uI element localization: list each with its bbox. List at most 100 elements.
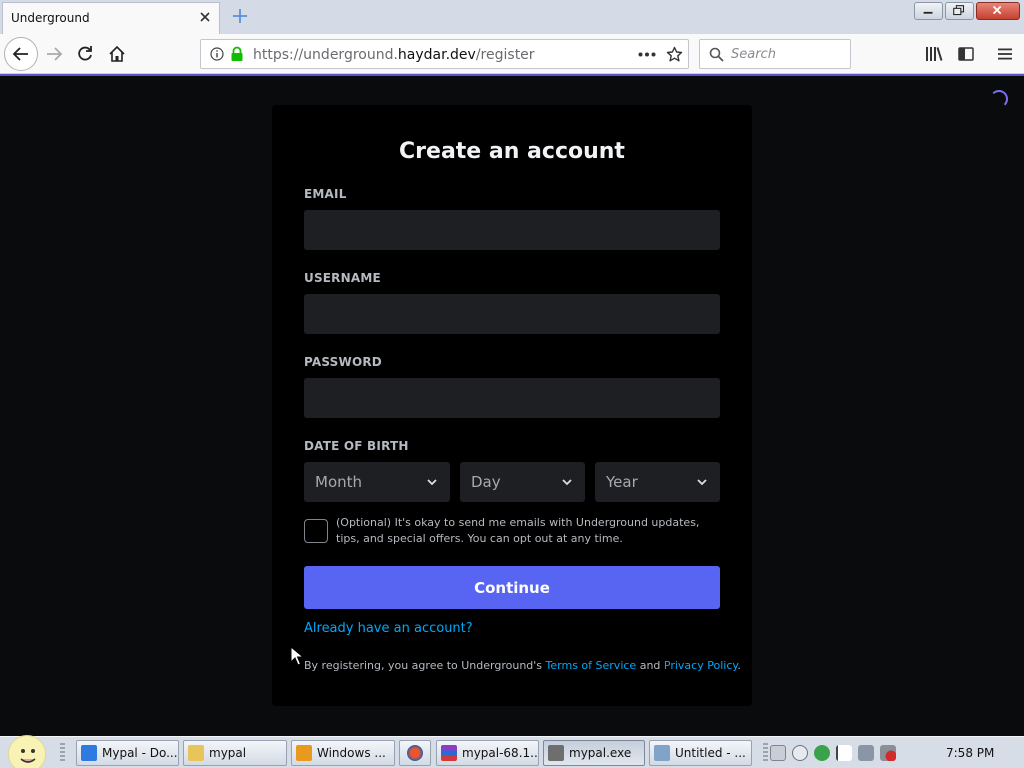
tab-underground[interactable]: Underground: [2, 2, 220, 34]
taskbar-item-mypal-exe[interactable]: mypal.exe: [543, 740, 645, 766]
taskbar-item-label: Mypal - Do...: [102, 746, 178, 760]
day-select[interactable]: Day: [460, 462, 585, 502]
minimize-icon: [923, 11, 933, 14]
taskbar: Mypal - Do... mypal Windows ... mypal-68…: [0, 735, 1024, 768]
mouse-cursor-icon: [290, 646, 304, 666]
search-placeholder: Search: [731, 47, 776, 62]
back-arrow-icon: [12, 47, 28, 61]
taskbar-item-label: Windows ...: [317, 746, 386, 760]
page-title: Create an account: [399, 139, 625, 164]
search-bar[interactable]: Search: [699, 39, 851, 69]
start-button[interactable]: [8, 735, 46, 768]
chevron-down-icon: [427, 479, 437, 486]
register-card: Create an account EMAIL USERNAME PASSWOR…: [272, 105, 752, 706]
url-text: https://underground.haydar.dev/register: [253, 47, 535, 63]
chevron-down-icon: [697, 479, 707, 486]
new-tab-icon[interactable]: [230, 6, 250, 26]
tab-strip: Underground: [0, 0, 1024, 34]
sidebar-icon: [958, 47, 974, 61]
year-select-label: Year: [606, 473, 638, 491]
tab-title: Underground: [11, 11, 90, 25]
search-icon: [709, 47, 724, 62]
network-icon[interactable]: [858, 745, 874, 761]
login-link[interactable]: Already have an account?: [304, 621, 473, 636]
taskbar-item-label: Untitled - ...: [675, 746, 746, 760]
taskbar-item-mypal-archive[interactable]: mypal-68.1...: [436, 740, 539, 766]
taskbar-item-label: mypal.exe: [569, 746, 632, 760]
taskbar-item-mypal-doc[interactable]: Mypal - Do...: [76, 740, 179, 766]
year-select[interactable]: Year: [595, 462, 720, 502]
close-window-button[interactable]: [976, 2, 1020, 20]
library-button[interactable]: [918, 38, 950, 70]
taskbar-grip[interactable]: [60, 743, 65, 763]
library-icon: [926, 47, 943, 61]
reload-icon: [78, 46, 92, 61]
smiley-icon: [20, 749, 36, 763]
reload-button[interactable]: [69, 38, 101, 70]
restore-button[interactable]: [945, 2, 974, 20]
terms-of-service-link[interactable]: Terms of Service: [546, 659, 637, 672]
continue-button-label: Continue: [474, 578, 550, 597]
legal-suffix: .: [737, 659, 741, 672]
continue-button[interactable]: Continue: [304, 566, 720, 609]
month-select-label: Month: [315, 473, 363, 491]
url-bar[interactable]: https://underground.haydar.dev/register: [200, 39, 689, 69]
back-button[interactable]: [4, 37, 38, 71]
forward-button[interactable]: [38, 38, 70, 70]
home-icon: [109, 45, 125, 62]
page-actions-icon[interactable]: [638, 52, 656, 57]
username-field[interactable]: [304, 294, 720, 334]
loading-spinner-icon: [990, 90, 1008, 108]
dob-label: DATE OF BIRTH: [304, 439, 409, 453]
taskbar-item-label: mypal: [209, 746, 247, 760]
taskbar-item-mypal-folder[interactable]: mypal: [183, 740, 287, 766]
legal-and: and: [636, 659, 664, 672]
tray-grip[interactable]: [763, 743, 768, 763]
volume-muted-icon[interactable]: [880, 745, 896, 761]
email-optin-text: (Optional) It's okay to send me emails w…: [336, 516, 700, 545]
restore-icon: [953, 5, 965, 16]
ie-icon: [81, 745, 97, 761]
page-content: Create an account EMAIL USERNAME PASSWOR…: [0, 76, 1024, 736]
close-icon: [992, 5, 1002, 15]
password-label: PASSWORD: [304, 355, 382, 369]
info-icon[interactable]: [210, 47, 224, 61]
paint-icon: [654, 745, 670, 761]
legal-prefix: By registering, you agree to Underground…: [304, 659, 546, 672]
menu-button[interactable]: [989, 38, 1021, 70]
taskbar-item-label: mypal-68.1...: [462, 746, 539, 760]
security-check-icon[interactable]: [814, 745, 830, 761]
privacy-policy-link[interactable]: Privacy Policy: [664, 659, 737, 672]
minimize-button[interactable]: [914, 2, 943, 20]
window-controls: [914, 2, 1020, 20]
close-tab-icon[interactable]: [197, 9, 213, 25]
system-tray: [770, 740, 896, 766]
media-player-icon: [296, 745, 312, 761]
lock-icon[interactable]: [230, 46, 244, 62]
month-select[interactable]: Month: [304, 462, 450, 502]
bookmark-star-icon[interactable]: [666, 46, 683, 63]
email-field[interactable]: [304, 210, 720, 250]
email-label: EMAIL: [304, 187, 347, 201]
language-icon[interactable]: [792, 745, 808, 761]
day-select-label: Day: [471, 473, 501, 491]
forward-arrow-icon: [47, 47, 63, 61]
taskbar-item-firefox[interactable]: [399, 740, 431, 766]
home-button[interactable]: [101, 38, 133, 70]
legal-notice: By registering, you agree to Underground…: [304, 659, 741, 672]
winrar-icon: [441, 745, 457, 761]
taskbar-item-paint[interactable]: Untitled - ...: [649, 740, 752, 766]
sidebar-toggle-button[interactable]: [950, 38, 982, 70]
clock[interactable]: 7:58 PM: [946, 746, 994, 760]
email-optin-checkbox[interactable]: [304, 519, 328, 543]
folder-icon: [188, 745, 204, 761]
password-field[interactable]: [304, 378, 720, 418]
keyboard-icon[interactable]: [770, 745, 786, 761]
username-label: USERNAME: [304, 271, 381, 285]
taskbar-item-windows-media[interactable]: Windows ...: [291, 740, 395, 766]
hamburger-menu-icon: [998, 48, 1012, 60]
action-center-flag-icon[interactable]: [836, 745, 852, 761]
installer-icon: [548, 745, 564, 761]
chevron-down-icon: [562, 479, 572, 486]
navigation-toolbar: https://underground.haydar.dev/register …: [0, 34, 1024, 74]
